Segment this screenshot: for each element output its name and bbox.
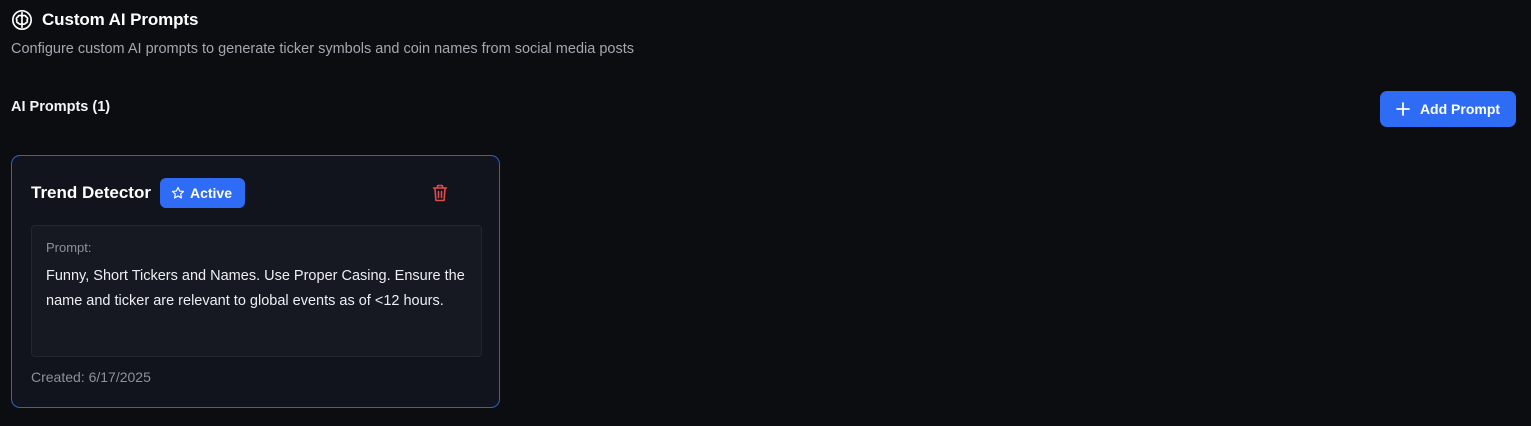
created-date: Created: 6/17/2025: [31, 369, 151, 385]
trash-icon: [432, 184, 448, 202]
star-icon: [171, 186, 185, 200]
active-badge[interactable]: Active: [159, 178, 246, 208]
prompt-card-header: Trend Detector Active: [31, 178, 480, 208]
plus-icon: [1396, 102, 1410, 116]
page-title: Custom AI Prompts: [42, 10, 199, 29]
active-badge-label: Active: [189, 185, 233, 201]
prompt-text: Funny, Short Tickers and Names. Use Prop…: [46, 268, 465, 309]
add-prompt-button[interactable]: Add Prompt: [1380, 91, 1516, 127]
delete-prompt-button[interactable]: [430, 183, 450, 203]
prompt-label: Prompt:: [46, 240, 92, 255]
prompts-count-heading: AI Prompts (1): [11, 99, 111, 115]
prompt-card: Trend Detector Active Prompt: Funny, Sho…: [11, 155, 500, 408]
brain-icon: [11, 9, 33, 31]
prompt-box: Prompt: Funny, Short Tickers and Names. …: [31, 225, 482, 357]
add-prompt-label: Add Prompt: [1419, 101, 1501, 117]
custom-ai-prompts-page: Custom AI Prompts Configure custom AI pr…: [0, 0, 1531, 426]
page-subtitle: Configure custom AI prompts to generate …: [11, 41, 634, 57]
page-header: Custom AI Prompts: [11, 9, 198, 31]
prompt-name: Trend Detector: [31, 183, 151, 202]
